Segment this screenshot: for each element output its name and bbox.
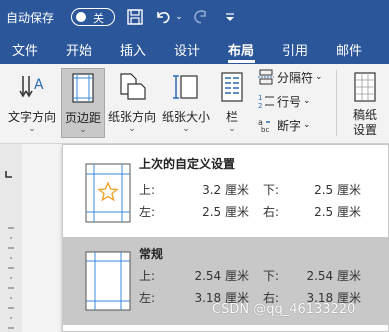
ruler-ticks — [8, 227, 14, 329]
line-numbers-icon: 12 — [258, 93, 274, 110]
chevron-down-icon: ⌄ — [303, 96, 311, 106]
text-direction-label: 文字方向 — [7, 110, 56, 124]
bottom-label: 下: — [263, 269, 280, 283]
tab-design[interactable]: 设计 — [174, 40, 200, 59]
manuscript-icon — [354, 72, 376, 105]
tab-insert[interactable]: 插入 — [120, 40, 146, 59]
ribbon-tabs: 文件 开始 插入 设计 布局 引用 邮件 — [0, 34, 389, 64]
orientation-label: 纸张方向 — [107, 110, 156, 124]
normal-margin-preview-icon — [85, 251, 131, 311]
tab-home[interactable]: 开始 — [66, 40, 92, 59]
bottom-value: 2.54 厘米 — [306, 269, 361, 283]
option-name: 常规 — [139, 247, 164, 261]
undo-dropdown-chevron-icon[interactable]: ⌄ — [173, 6, 185, 28]
chevron-down-icon: ⌄ — [79, 125, 87, 135]
chevron-down-icon: ⌄ — [182, 124, 190, 134]
columns-icon — [221, 72, 243, 105]
size-icon — [171, 72, 201, 105]
orientation-button[interactable]: 纸张方向 ⌄ — [106, 68, 158, 138]
option-name: 上次的自定义设置 — [139, 157, 236, 171]
columns-button[interactable]: 栏 ⌄ — [216, 68, 248, 138]
chevron-down-icon: ⌄ — [303, 120, 311, 130]
orientation-icon — [117, 72, 147, 105]
chevron-down-icon: ⌄ — [228, 124, 236, 134]
custom-margin-preview-icon — [85, 163, 131, 223]
margins-button[interactable]: 页边距 ⌄ — [61, 68, 105, 138]
svg-text:bc: bc — [261, 126, 269, 133]
breaks-icon — [258, 69, 274, 85]
text-direction-button[interactable]: A 文字方向 ⌄ — [4, 68, 60, 138]
toggle-state-label: 关 — [93, 12, 104, 25]
redo-icon[interactable] — [189, 6, 211, 28]
svg-text:A: A — [34, 77, 44, 93]
tab-references[interactable]: 引用 — [282, 40, 308, 59]
size-label: 纸张大小 — [161, 110, 210, 124]
customize-toolbar-icon[interactable] — [222, 6, 238, 28]
title-bar: 自动保存 关 ⌄ — [0, 0, 389, 34]
bottom-label: 下: — [263, 183, 280, 197]
watermark-text: CSDN @qq_46133220 — [212, 302, 356, 317]
margins-icon — [72, 73, 94, 106]
chevron-down-icon: ⌄ — [28, 124, 36, 134]
chevron-down-icon: ⌄ — [315, 72, 323, 82]
manuscript-label: 稿纸设置 — [352, 108, 377, 137]
left-label: 左: — [139, 205, 156, 219]
ribbon-separator — [336, 70, 337, 136]
columns-label: 栏 — [225, 110, 238, 124]
line-numbers-button[interactable]: 12 行号 ⌄ — [258, 92, 311, 110]
size-button[interactable]: 纸张大小 ⌄ — [158, 68, 214, 138]
hyphenation-label: 断字 — [277, 118, 302, 133]
vertical-ruler — [0, 144, 22, 332]
save-icon[interactable] — [124, 6, 146, 28]
left-value: 2.5 厘米 — [202, 205, 249, 219]
undo-icon[interactable] — [152, 6, 174, 28]
tab-selector-icon[interactable] — [3, 170, 13, 183]
active-tab-indicator — [228, 60, 255, 63]
top-value: 2.54 厘米 — [194, 269, 249, 283]
top-label: 上: — [139, 183, 156, 197]
right-value: 2.5 厘米 — [314, 205, 361, 219]
tab-mailings[interactable]: 邮件 — [336, 40, 362, 59]
manuscript-settings-button[interactable]: 稿纸设置 — [344, 68, 386, 138]
autosave-toggle[interactable]: 关 — [71, 8, 115, 26]
autosave-label: 自动保存 — [6, 11, 55, 25]
tab-file[interactable]: 文件 — [12, 40, 38, 59]
line-numbers-label: 行号 — [277, 94, 302, 109]
svg-text:1: 1 — [258, 94, 262, 102]
hyphenation-button[interactable]: a bc 断字 ⌄ — [258, 116, 311, 134]
toggle-knob — [76, 12, 86, 22]
bottom-value: 2.5 厘米 — [314, 183, 361, 197]
breaks-button[interactable]: 分隔符 ⌄ — [258, 68, 323, 86]
tab-layout[interactable]: 布局 — [228, 40, 254, 59]
hyphenation-icon: a bc — [258, 117, 274, 134]
svg-text:2: 2 — [258, 102, 262, 109]
top-label: 上: — [139, 269, 156, 283]
margins-label: 页边距 — [64, 111, 101, 125]
chevron-down-icon: ⌄ — [128, 124, 136, 134]
left-label: 左: — [139, 291, 156, 305]
top-value: 3.2 厘米 — [202, 183, 249, 197]
right-label: 右: — [263, 205, 280, 219]
breaks-label: 分隔符 — [277, 70, 314, 85]
margin-option-last-custom[interactable]: 上次的自定义设置 上: 3.2 厘米 下: 2.5 厘米 左: 2.5 厘米 右… — [63, 149, 389, 237]
ribbon-layout-group: A 文字方向 ⌄ 页边距 ⌄ 纸张方向 ⌄ 纸张大小 ⌄ 栏 ⌄ 分隔符 ⌄ 1… — [0, 64, 389, 144]
text-direction-icon: A — [17, 72, 47, 105]
